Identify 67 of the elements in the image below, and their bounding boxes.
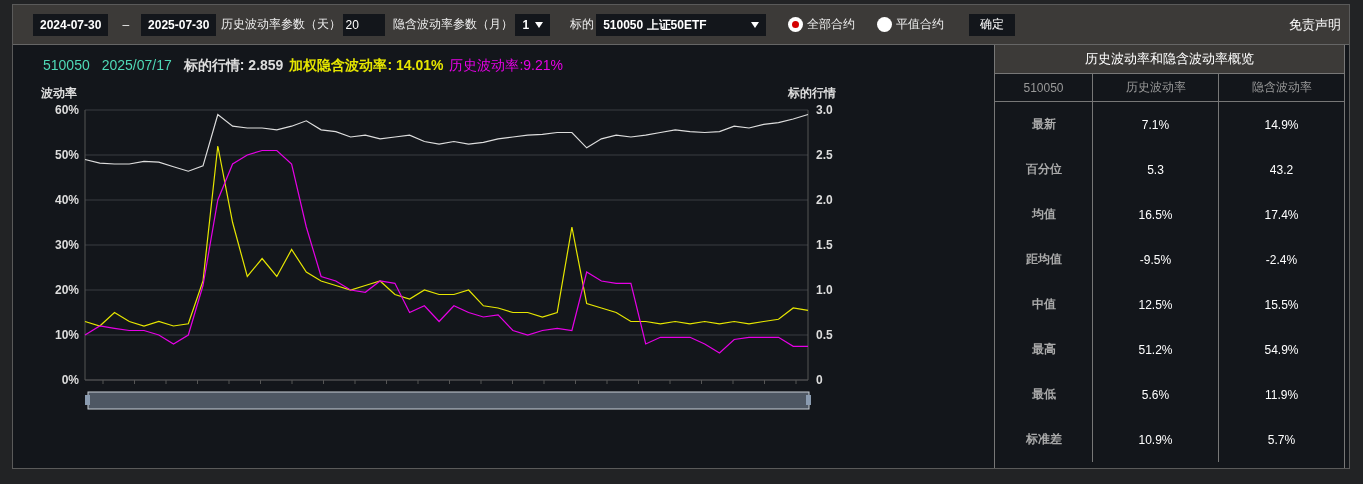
underlying-price: 标的行情: 2.859 xyxy=(183,57,284,75)
contract-radio[interactable]: 全部合约 xyxy=(788,16,856,33)
y-tick-label: 40% xyxy=(54,193,79,207)
start-date-field[interactable]: 2024-07-30 xyxy=(33,13,109,36)
column-header: 隐含波动率 xyxy=(1218,74,1344,102)
summary-title: 历史波动率和隐含波动率概览 xyxy=(995,45,1344,74)
right-tick-label: 1.0 xyxy=(816,283,833,297)
right-axis-title: 标的行情 xyxy=(788,85,836,102)
underlying-code: 510050 xyxy=(43,57,90,75)
disclaimer-link[interactable]: 免责声明 xyxy=(1289,15,1341,34)
table-cell: 10.9% xyxy=(1092,417,1218,462)
quote-date: 2025/07/17 xyxy=(101,57,172,75)
contract-radio[interactable]: 平值合约 xyxy=(877,16,945,33)
row-label: 百分位 xyxy=(1024,161,1063,178)
table-cell: 54.9% xyxy=(1218,327,1344,372)
range-slider[interactable] xyxy=(85,391,811,410)
table-cell: 15.5% xyxy=(1218,282,1344,327)
iv-param-label: 隐含波动率参数（月） xyxy=(393,16,514,33)
table-cell: 5.7% xyxy=(1218,417,1344,462)
right-tick-label: 3.0 xyxy=(816,103,833,117)
table-cell: 12.5% xyxy=(1092,282,1218,327)
y-tick-label: 50% xyxy=(54,148,79,162)
radio-label: 全部合约 xyxy=(807,16,856,33)
underlying-dropdown[interactable]: 510050 上证50ETF xyxy=(596,13,767,36)
row-label: 最低 xyxy=(1030,386,1057,403)
radio-label: 平值合约 xyxy=(896,16,945,33)
table-cell: 17.4% xyxy=(1218,192,1344,237)
row-label: 均值 xyxy=(1030,206,1057,223)
caret-icon xyxy=(535,21,544,28)
column-header: 510050 xyxy=(995,74,1092,102)
row-label: 距均值 xyxy=(1024,251,1063,268)
table-cell: 51.2% xyxy=(1092,327,1218,372)
right-tick-label: 0.5 xyxy=(816,328,833,342)
right-tick-label: 2.0 xyxy=(816,193,833,207)
implied-vol-reading: 加权隐含波动率: 14.01% xyxy=(289,57,444,75)
y-tick-label: 60% xyxy=(54,103,79,117)
iv-param-dropdown[interactable]: 1 xyxy=(515,13,551,36)
y-tick-label: 30% xyxy=(54,238,79,252)
table-cell: 43.2 xyxy=(1218,147,1344,192)
table-cell: -2.4% xyxy=(1218,237,1344,282)
table-cell: 5.3 xyxy=(1092,147,1218,192)
right-tick-label: 2.5 xyxy=(816,148,833,162)
row-label: 中值 xyxy=(1030,296,1057,313)
right-tick-label: 1.5 xyxy=(816,238,833,252)
right-tick-label: 0 xyxy=(816,373,823,387)
underlying-label: 标的 xyxy=(570,16,595,33)
table-cell: 14.9% xyxy=(1218,102,1344,147)
table-cell: 11.9% xyxy=(1218,372,1344,417)
caret-icon xyxy=(751,21,760,28)
hv-param-field[interactable]: 20 xyxy=(343,13,386,36)
row-label: 标准差 xyxy=(1024,431,1063,448)
y-tick-label: 20% xyxy=(54,283,79,297)
confirm-button[interactable]: 确定 xyxy=(969,13,1016,36)
y-tick-label: 10% xyxy=(54,328,79,342)
historical-vol-reading: 历史波动率:9.21% xyxy=(449,57,564,75)
left-axis-title: 波动率 xyxy=(41,85,77,102)
date-separator: – xyxy=(122,17,130,32)
y-tick-label: 0% xyxy=(61,373,79,387)
hv-param-label: 历史波动率参数（天） xyxy=(221,16,342,33)
table-cell: 7.1% xyxy=(1092,102,1218,147)
table-cell: -9.5% xyxy=(1092,237,1218,282)
column-header: 历史波动率 xyxy=(1092,74,1218,102)
row-label: 最新 xyxy=(1030,116,1057,133)
table-cell: 16.5% xyxy=(1092,192,1218,237)
end-date-field[interactable]: 2025-07-30 xyxy=(141,13,217,36)
table-cell: 5.6% xyxy=(1092,372,1218,417)
row-label: 最高 xyxy=(1030,341,1057,358)
